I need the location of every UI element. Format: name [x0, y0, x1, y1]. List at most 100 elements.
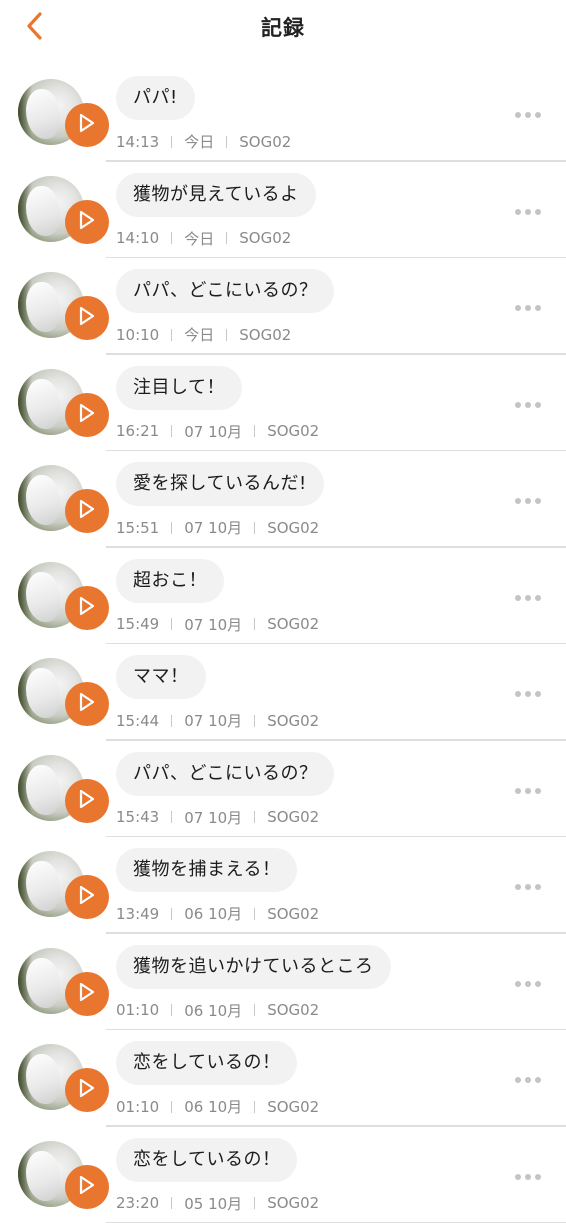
more-horizontal-icon: [513, 305, 543, 311]
record-device: SOG02: [239, 229, 291, 247]
record-time: 14:13: [116, 133, 159, 151]
meta-divider: [171, 1197, 172, 1209]
record-device: SOG02: [267, 1001, 319, 1019]
more-options-button[interactable]: [506, 779, 550, 803]
meta-divider: [226, 329, 227, 341]
record-date: 06 10月: [184, 903, 242, 924]
record-device: SOG02: [267, 905, 319, 923]
more-horizontal-icon: [513, 112, 543, 118]
record-item[interactable]: 注目して！ 16:21 07 10月 SOG02: [0, 355, 566, 452]
record-item[interactable]: 獲物が見えているよ 14:10 今日 SOG02: [0, 162, 566, 259]
record-item[interactable]: 恋をしているの！ 23:20 05 10月 SOG02: [0, 1127, 566, 1223]
more-options-button[interactable]: [506, 1165, 550, 1189]
avatar-group: [18, 465, 110, 535]
message-bubble: 獲物を追いかけているところ: [116, 945, 391, 989]
record-item[interactable]: パパ、どこにいるの？ 15:43 07 10月 SOG02: [0, 741, 566, 838]
meta-divider: [254, 425, 255, 437]
meta-divider: [171, 908, 172, 920]
record-meta: 23:20 05 10月 SOG02: [116, 1193, 319, 1214]
more-options-button[interactable]: [506, 1068, 550, 1092]
play-button[interactable]: [65, 393, 109, 437]
play-button[interactable]: [65, 586, 109, 630]
more-options-button[interactable]: [506, 393, 550, 417]
record-meta: 15:44 07 10月 SOG02: [116, 710, 319, 731]
play-button[interactable]: [65, 682, 109, 726]
play-icon: [78, 113, 96, 137]
play-button[interactable]: [65, 489, 109, 533]
avatar-group: [18, 948, 110, 1018]
record-time: 23:20: [116, 1194, 159, 1212]
record-item[interactable]: ママ！ 15:44 07 10月 SOG02: [0, 644, 566, 741]
meta-divider: [171, 715, 172, 727]
message-bubble: 注目して！: [116, 366, 242, 410]
play-button[interactable]: [65, 972, 109, 1016]
more-horizontal-icon: [513, 788, 543, 794]
more-options-button[interactable]: [506, 586, 550, 610]
record-meta: 16:21 07 10月 SOG02: [116, 421, 319, 442]
page-title: 記録: [0, 12, 566, 42]
meta-divider: [226, 232, 227, 244]
more-options-button[interactable]: [506, 489, 550, 513]
play-icon: [78, 210, 96, 234]
record-date: 07 10月: [184, 421, 242, 442]
play-button[interactable]: [65, 296, 109, 340]
message-bubble: 恋をしているの！: [116, 1041, 297, 1085]
play-icon: [78, 692, 96, 716]
record-item[interactable]: 獲物を追いかけているところ 01:10 06 10月 SOG02: [0, 934, 566, 1031]
record-device: SOG02: [267, 1194, 319, 1212]
play-button[interactable]: [65, 779, 109, 823]
record-device: SOG02: [267, 808, 319, 826]
record-item[interactable]: 超おこ！ 15:49 07 10月 SOG02: [0, 548, 566, 645]
play-button[interactable]: [65, 1068, 109, 1112]
meta-divider: [171, 425, 172, 437]
avatar-group: [18, 369, 110, 439]
meta-divider: [171, 1004, 172, 1016]
more-options-button[interactable]: [506, 103, 550, 127]
record-device: SOG02: [267, 422, 319, 440]
play-icon: [78, 885, 96, 909]
record-date: 05 10月: [184, 1193, 242, 1214]
more-options-button[interactable]: [506, 200, 550, 224]
record-device: SOG02: [267, 519, 319, 537]
record-time: 16:21: [116, 422, 159, 440]
avatar-group: [18, 562, 110, 632]
play-button[interactable]: [65, 875, 109, 919]
meta-divider: [254, 908, 255, 920]
record-date: 今日: [184, 131, 214, 152]
record-meta: 15:51 07 10月 SOG02: [116, 517, 319, 538]
more-options-button[interactable]: [506, 875, 550, 899]
record-item[interactable]: 愛を探しているんだ! 15:51 07 10月 SOG02: [0, 451, 566, 548]
record-item[interactable]: 獲物を捕まえる！ 13:49 06 10月 SOG02: [0, 837, 566, 934]
meta-divider: [226, 136, 227, 148]
meta-divider: [254, 1004, 255, 1016]
record-item[interactable]: パパ! 14:13 今日 SOG02: [0, 65, 566, 162]
more-options-button[interactable]: [506, 682, 550, 706]
record-meta: 15:43 07 10月 SOG02: [116, 807, 319, 828]
more-options-button[interactable]: [506, 972, 550, 996]
play-button[interactable]: [65, 103, 109, 147]
record-meta: 14:13 今日 SOG02: [116, 131, 291, 152]
record-meta: 10:10 今日 SOG02: [116, 324, 291, 345]
record-device: SOG02: [267, 615, 319, 633]
play-icon: [78, 596, 96, 620]
meta-divider: [171, 232, 172, 244]
record-item[interactable]: パパ、どこにいるの？ 10:10 今日 SOG02: [0, 258, 566, 355]
meta-divider: [171, 522, 172, 534]
meta-divider: [254, 1101, 255, 1113]
record-item[interactable]: 恋をしているの！ 01:10 06 10月 SOG02: [0, 1030, 566, 1127]
avatar-group: [18, 851, 110, 921]
avatar-group: [18, 176, 110, 246]
more-options-button[interactable]: [506, 296, 550, 320]
record-date: 07 10月: [184, 710, 242, 731]
more-horizontal-icon: [513, 498, 543, 504]
play-icon: [78, 403, 96, 427]
play-button[interactable]: [65, 200, 109, 244]
meta-divider: [171, 1101, 172, 1113]
play-button[interactable]: [65, 1165, 109, 1209]
more-horizontal-icon: [513, 402, 543, 408]
record-date: 今日: [184, 324, 214, 345]
message-bubble: パパ、どこにいるの？: [116, 752, 334, 796]
meta-divider: [171, 618, 172, 630]
more-horizontal-icon: [513, 691, 543, 697]
record-time: 01:10: [116, 1001, 159, 1019]
